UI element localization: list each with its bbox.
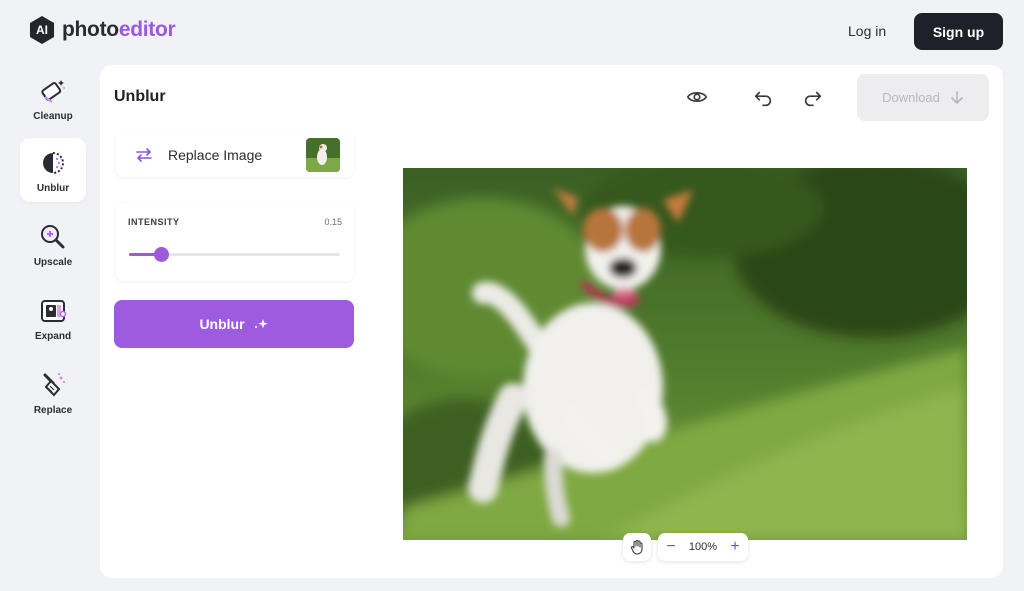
- brand-name: photoeditor: [62, 18, 176, 42]
- edited-photo[interactable]: [403, 168, 967, 540]
- sparkle-icon: [254, 319, 268, 329]
- tool-expand[interactable]: Expand: [20, 286, 86, 350]
- pan-tool-button[interactable]: [623, 533, 651, 561]
- unblur-button-label: Unblur: [199, 316, 245, 332]
- intensity-value: 0.15: [324, 217, 342, 227]
- expand-icon: [41, 299, 67, 322]
- swap-icon: [136, 148, 152, 162]
- editor-card: Unblur Download Replace Image INTENSITY …: [100, 65, 1003, 578]
- download-arrow-icon: [951, 90, 963, 104]
- unblur-icon: [43, 151, 64, 174]
- replace-image-label: Replace Image: [168, 147, 263, 163]
- ai-badge-icon: AI: [29, 16, 55, 44]
- undo-button[interactable]: [750, 85, 776, 111]
- tool-upscale[interactable]: Upscale: [20, 212, 86, 276]
- hand-icon: [630, 539, 643, 555]
- login-link[interactable]: Log in: [848, 19, 886, 43]
- tool-label: Replace: [33, 404, 73, 416]
- dog-photo-image: [403, 168, 967, 540]
- brand-name-part2: editor: [118, 18, 176, 41]
- brush-icon: [43, 372, 65, 396]
- intensity-control: INTENSITY 0.15: [116, 203, 354, 281]
- replace-image-button[interactable]: Replace Image: [116, 133, 354, 177]
- tool-label: Expand: [34, 330, 72, 342]
- tool-label: Upscale: [33, 256, 73, 268]
- zoom-in-button[interactable]: +: [728, 539, 742, 555]
- download-button[interactable]: Download: [857, 74, 989, 121]
- eye-icon: [686, 92, 708, 102]
- tool-unblur[interactable]: Unblur: [20, 138, 86, 202]
- zoom-out-button[interactable]: −: [664, 539, 678, 555]
- eraser-icon: [41, 79, 66, 103]
- tool-label: Cleanup: [33, 110, 73, 122]
- slider-knob[interactable]: [153, 247, 169, 262]
- undo-icon: [754, 91, 772, 107]
- intensity-label: INTENSITY: [128, 217, 180, 227]
- preview-toggle[interactable]: [684, 84, 710, 110]
- brand-name-part1: photo: [62, 18, 119, 41]
- zoom-control: − 100% +: [658, 533, 748, 561]
- redo-button[interactable]: [800, 85, 826, 111]
- download-label: Download: [882, 90, 940, 105]
- zoom-level: 100%: [688, 541, 718, 553]
- tool-cleanup[interactable]: Cleanup: [20, 66, 86, 130]
- signup-button[interactable]: Sign up: [914, 13, 1003, 50]
- tool-replace[interactable]: Replace: [20, 360, 86, 424]
- page-title: Unblur: [114, 88, 166, 105]
- magnifier-icon: [41, 224, 65, 248]
- tool-label: Unblur: [36, 182, 70, 194]
- intensity-slider[interactable]: [129, 247, 340, 262]
- brand-logo[interactable]: AI photoeditor: [28, 16, 176, 44]
- image-thumbnail: [306, 138, 340, 172]
- redo-icon: [804, 91, 822, 107]
- unblur-button[interactable]: Unblur: [114, 300, 354, 348]
